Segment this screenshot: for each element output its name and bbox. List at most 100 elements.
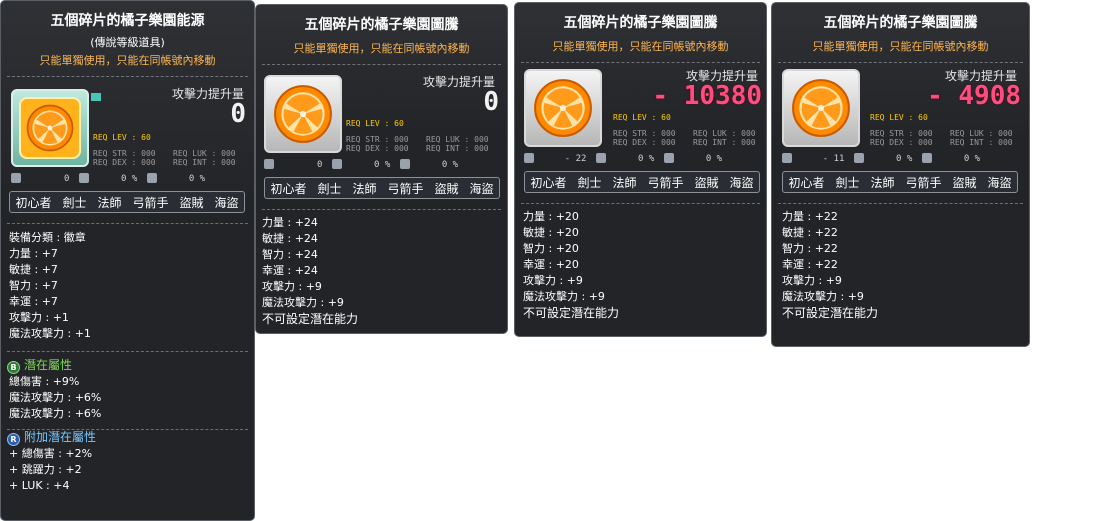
attack-change-value: 0 xyxy=(230,99,246,129)
additional-line: + 總傷害 : +2% xyxy=(9,447,93,460)
req-dex: REQ DEX : 000 xyxy=(613,138,676,147)
attack-up-icon xyxy=(78,173,89,183)
job-bowman: 弓箭手 xyxy=(647,175,684,190)
job-thief: 盜賊 xyxy=(434,181,459,196)
attack-change-value: - 4908 xyxy=(927,81,1021,111)
additional-potential-badge-icon: R xyxy=(7,433,20,446)
potential-line: 魔法攻擊力 : +6% xyxy=(9,407,102,420)
req-level: REQ LEV : 60 xyxy=(93,133,151,142)
row-right-value: 0 % xyxy=(705,153,723,164)
stat-line: 攻擊力 : +1 xyxy=(9,311,69,324)
potential-line: 總傷害 : +9% xyxy=(9,375,80,388)
job-warrior: 劍士 xyxy=(317,181,342,196)
row-left-value: - 11 xyxy=(822,153,845,164)
divider xyxy=(521,62,760,63)
frame-corner xyxy=(91,93,101,101)
stat-list: 力量 : +22 敏捷 : +22 智力 : +22 幸運 : +22 攻擊力 … xyxy=(782,209,878,321)
attack-up-icon xyxy=(853,153,864,163)
property-row: - 22 0 % 0 % xyxy=(524,153,722,164)
stat-line: 魔法攻擊力 : +9 xyxy=(523,290,605,303)
item-title: 五個碎片的橘子樂園圖騰 xyxy=(304,17,459,33)
job-warrior: 劍士 xyxy=(835,175,860,190)
shield-icon xyxy=(663,153,674,163)
potential-section: B 潛在屬性 總傷害 : +9% 魔法攻擊力 : +6% 魔法攻擊力 : +6% xyxy=(7,357,101,422)
req-int: REQ INT : 000 xyxy=(950,138,1013,147)
stat-line: 力量 : +24 xyxy=(262,216,318,229)
stat-line: 幸運 : +7 xyxy=(9,295,58,308)
stat-line: 智力 : +7 xyxy=(9,279,58,292)
no-potential-note: 不可設定潛在能力 xyxy=(782,306,879,320)
item-grade: (傳說等級道具) xyxy=(90,36,165,49)
job-beginner: 初心者 xyxy=(15,195,52,210)
item-icon-frame xyxy=(524,69,602,147)
item-title: 五個碎片的橘子樂園圖騰 xyxy=(823,15,978,31)
job-bowman: 弓箭手 xyxy=(132,195,169,210)
weapon-icon xyxy=(264,159,274,169)
attack-up-icon xyxy=(595,153,606,163)
property-row: 0 0 % 0 % xyxy=(264,159,458,170)
job-thief: 盜賊 xyxy=(694,175,719,190)
stat-list: 力量 : +24 敏捷 : +24 智力 : +24 幸運 : +24 攻擊力 … xyxy=(262,215,358,327)
req-level: REQ LEV : 60 xyxy=(870,113,928,122)
divider xyxy=(778,62,1023,63)
stat-line: 敏捷 : +22 xyxy=(782,226,838,239)
no-potential-note: 不可設定潛在能力 xyxy=(523,306,620,320)
orange-slice-icon xyxy=(532,77,594,139)
stat-line: 攻擊力 : +9 xyxy=(262,280,322,293)
row-left-value: - 22 xyxy=(564,153,587,164)
shield-icon xyxy=(921,153,932,163)
stat-line: 幸運 : +22 xyxy=(782,258,838,271)
additional-line: + 跳躍力 : +2 xyxy=(9,463,82,476)
potential-badge-icon: B xyxy=(7,361,20,374)
stat-line: 力量 : +7 xyxy=(9,247,58,260)
row-mid-value: 0 % xyxy=(374,159,391,170)
stat-line: 智力 : +20 xyxy=(523,242,579,255)
req-dex: REQ DEX : 000 xyxy=(93,158,156,167)
job-bowman: 弓箭手 xyxy=(905,175,942,190)
job-pirate: 海盜 xyxy=(214,195,239,210)
stat-line: 魔法攻擊力 : +9 xyxy=(262,296,344,309)
shield-icon xyxy=(146,173,157,183)
stat-line: 力量 : +20 xyxy=(523,210,579,223)
divider xyxy=(778,203,1023,204)
row-mid-value: 0 % xyxy=(638,153,655,164)
job-bar: 初心者 劍士 法師 弓箭手 盜賊 海盜 xyxy=(264,177,500,199)
stat-line: 裝備分類 : 徽章 xyxy=(9,231,86,244)
orange-slice-icon xyxy=(25,103,75,153)
trade-notice: 只能單獨使用，只能在同帳號內移動 xyxy=(293,42,470,55)
no-potential-note: 不可設定潛在能力 xyxy=(262,312,359,326)
row-right-value: 0 % xyxy=(963,153,981,164)
stat-line: 幸運 : +20 xyxy=(523,258,579,271)
divider xyxy=(7,223,248,224)
weapon-icon xyxy=(11,173,21,183)
job-bar: 初心者 劍士 法師 弓箭手 盜賊 海盜 xyxy=(524,171,760,193)
stat-line: 攻擊力 : +9 xyxy=(523,274,583,287)
item-icon-frame xyxy=(264,75,342,153)
req-int: REQ INT : 000 xyxy=(173,158,236,167)
property-row: - 11 0 % 0 % xyxy=(782,153,980,164)
job-beginner: 初心者 xyxy=(530,175,567,190)
item-tooltip-totem-2: 五個碎片的橘子樂園圖騰 只能單獨使用，只能在同帳號內移動 攻擊力提升量 - 10… xyxy=(514,2,767,337)
orange-slice-icon xyxy=(272,83,334,145)
orange-slice-icon xyxy=(790,77,852,139)
stat-line: 敏捷 : +24 xyxy=(262,232,318,245)
job-pirate: 海盜 xyxy=(469,181,494,196)
row-mid-value: 0 % xyxy=(896,153,913,164)
shield-icon xyxy=(399,159,410,169)
stat-line: 幸運 : +24 xyxy=(262,264,318,277)
req-level: REQ LEV : 60 xyxy=(346,119,404,128)
trade-notice: 只能單獨使用，只能在同帳號內移動 xyxy=(39,54,216,67)
property-row: 0 0 % 0 % xyxy=(11,173,205,184)
attack-change-value: - 10380 xyxy=(652,81,762,111)
job-magician: 法師 xyxy=(97,195,122,210)
trade-notice: 只能單獨使用，只能在同帳號內移動 xyxy=(812,40,989,53)
job-pirate: 海盜 xyxy=(729,175,754,190)
trade-notice: 只能單獨使用，只能在同帳號內移動 xyxy=(552,40,729,53)
row-right-value: 0 % xyxy=(441,159,459,170)
stat-line: 魔法攻擊力 : +1 xyxy=(9,327,91,340)
job-thief: 盜賊 xyxy=(952,175,977,190)
attack-up-icon xyxy=(331,159,342,169)
req-dex: REQ DEX : 000 xyxy=(870,138,933,147)
req-int: REQ INT : 000 xyxy=(426,144,489,153)
job-magician: 法師 xyxy=(612,175,637,190)
